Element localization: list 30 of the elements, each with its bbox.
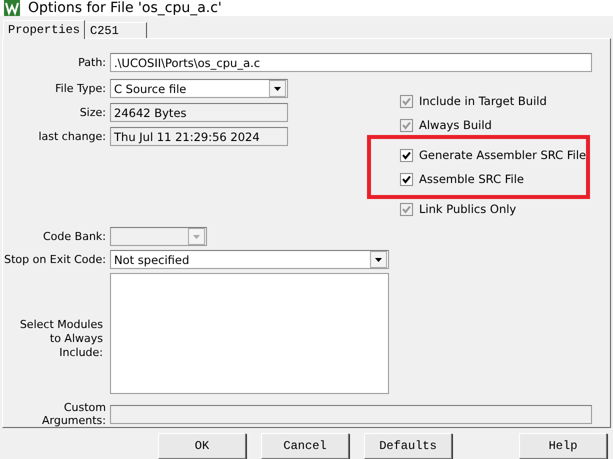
- checkbox[interactable]: [400, 172, 413, 186]
- field-label: Path:: [77, 56, 107, 69]
- field-label: File Type:: [54, 82, 107, 95]
- dialog-button[interactable]: Help: [519, 433, 607, 459]
- size-field: 24642 Bytes: [110, 103, 288, 122]
- dropdown-caret-icon[interactable]: [370, 251, 387, 268]
- window-title: Options for File 'os_cpu_a.c': [28, 0, 222, 16]
- field-label: Select Modules to Always Include:: [18, 318, 103, 360]
- field-label: Code Bank:: [42, 230, 107, 243]
- dialog-button[interactable]: OK: [158, 433, 246, 459]
- checkbox-label: Assemble SRC File: [419, 172, 524, 186]
- dialog-button[interactable]: Defaults: [364, 433, 452, 459]
- dropdown-caret-icon[interactable]: [269, 80, 286, 97]
- field-label: Custom Arguments:: [40, 401, 107, 427]
- modules-listbox[interactable]: [110, 273, 389, 394]
- checkbox-label: Link Publics Only: [419, 202, 516, 216]
- file-type-dropdown[interactable]: C Source file: [110, 79, 288, 98]
- field-label: Size:: [78, 106, 107, 119]
- path-field[interactable]: .\UCOSII\Ports\os_cpu_a.c: [110, 53, 592, 72]
- last-change-field: Thu Jul 11 21:29:56 2024: [110, 127, 288, 146]
- field-label: last change:: [37, 130, 107, 143]
- checkbox-label: Include in Target Build: [419, 94, 547, 108]
- tab[interactable]: C251: [85, 22, 148, 38]
- field-label: Stop on Exit Code:: [3, 253, 107, 266]
- tab[interactable]: Properties: [3, 20, 86, 39]
- checkbox-label: Generate Assembler SRC File: [419, 148, 586, 162]
- checkbox[interactable]: [400, 148, 413, 162]
- exit-code-dropdown[interactable]: Not specified: [110, 250, 389, 269]
- checkbox-label: Always Build: [419, 118, 492, 132]
- dialog-button[interactable]: Cancel: [261, 433, 349, 459]
